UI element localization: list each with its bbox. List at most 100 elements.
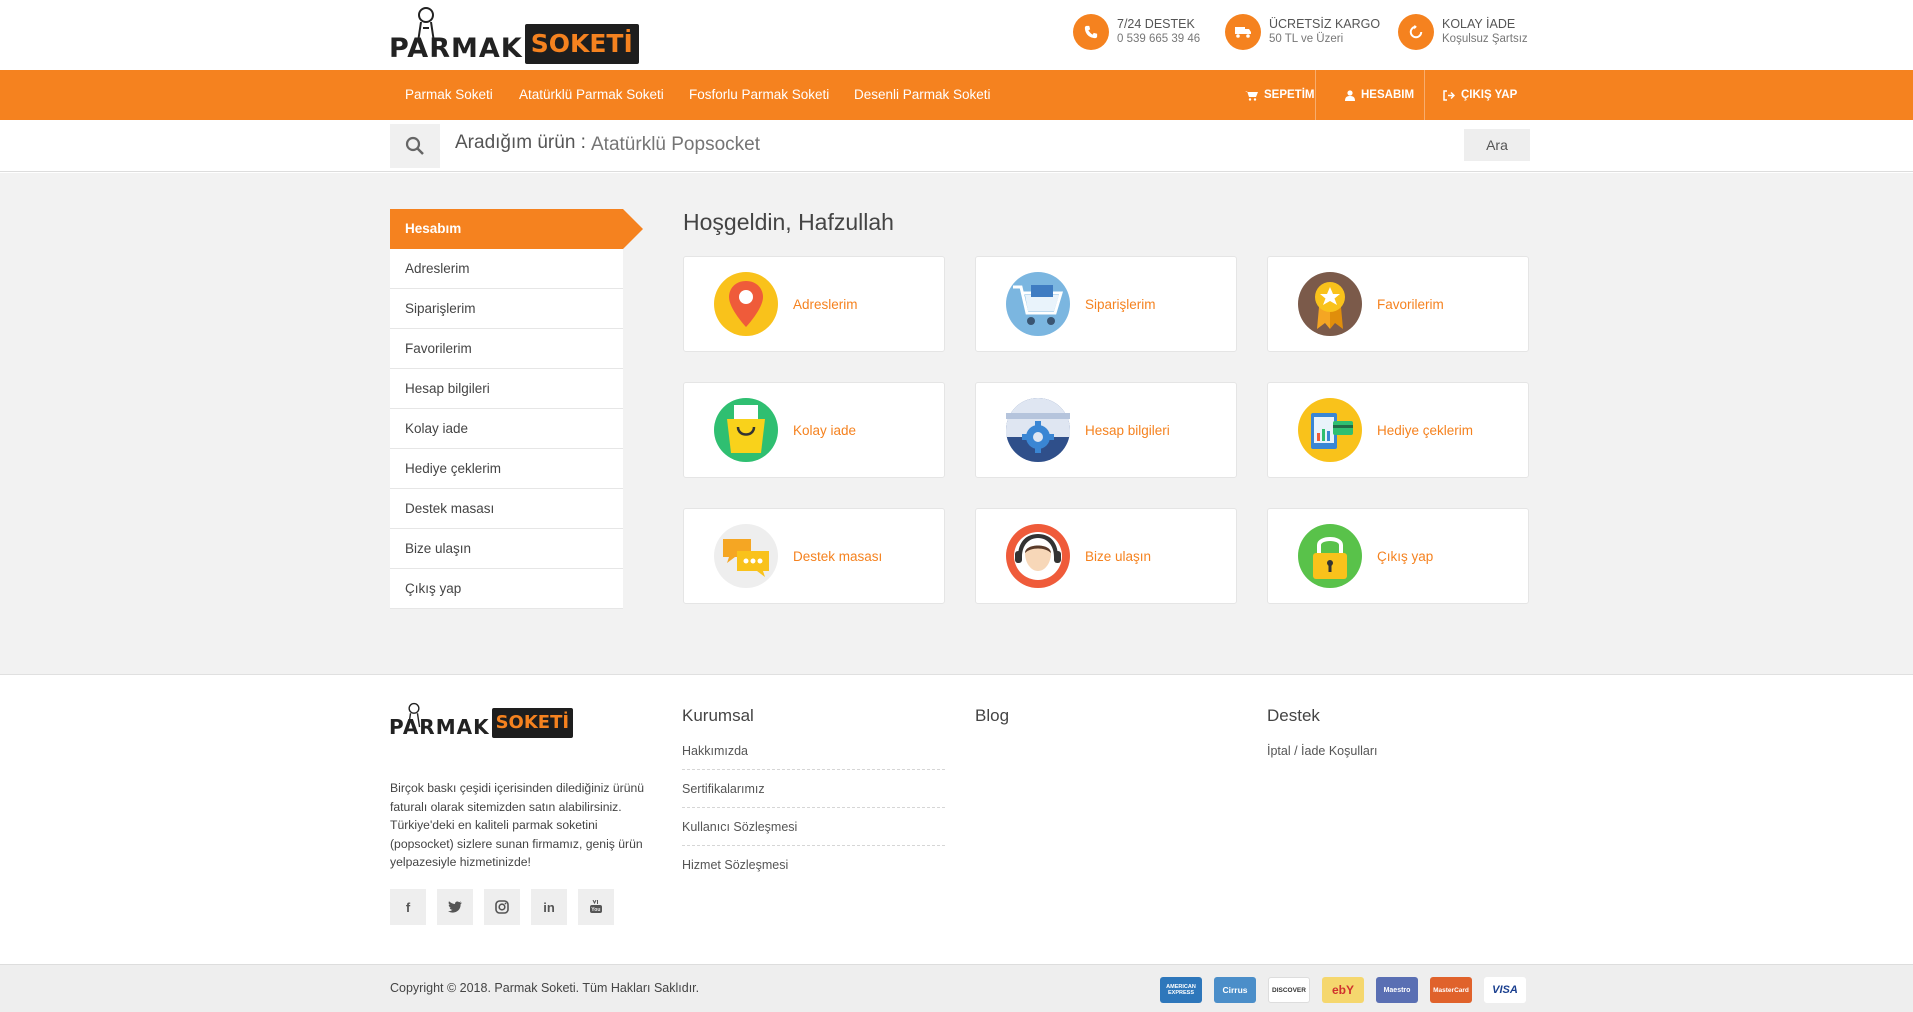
copyright-text: Copyright © 2018. Parmak Soketi. Tüm Hak… xyxy=(390,981,700,995)
logo-hand-icon xyxy=(407,702,421,728)
info-sub: Koşulsuz Şartsız xyxy=(1442,33,1528,45)
account-main: Hesabım Adreslerim Siparişlerim Favorile… xyxy=(0,173,1913,675)
info-shipping: ÜCRETSİZ KARGO 50 TL ve Üzeri xyxy=(1225,14,1380,50)
info-sub: 50 TL ve Üzeri xyxy=(1269,33,1344,45)
card-label: Destek masası xyxy=(793,548,883,564)
main-nav: Parmak Soketi Atatürklü Parmak Soketi Fo… xyxy=(0,70,1913,120)
nav-link-parmak-soketi[interactable]: Parmak Soketi xyxy=(405,70,493,120)
svg-text:You: You xyxy=(591,907,600,913)
truck-icon xyxy=(1225,14,1261,50)
card-label: Çıkış yap xyxy=(1377,548,1434,564)
info-support: 7/24 DESTEK 0 539 665 39 46 xyxy=(1073,14,1200,50)
shopping-cart-icon xyxy=(1006,272,1070,336)
footer-link-kullanici-sozlesmesi[interactable]: Kullanıcı Sözleşmesi xyxy=(682,808,945,846)
logout-label: ÇIKIŞ YAP xyxy=(1461,89,1518,101)
footer-description: Birçok baskı çeşidi içerisinden dilediği… xyxy=(390,781,645,869)
info-title: KOLAY İADE xyxy=(1442,17,1516,31)
amex-card-icon: AMERICAN EXPRESS xyxy=(1160,977,1202,1003)
facebook-icon[interactable]: f xyxy=(390,889,426,925)
footer-link-hakkimizda[interactable]: Hakkımızda xyxy=(682,732,945,770)
shopping-bag-icon xyxy=(714,398,778,462)
card-favorilerim[interactable]: Favorilerim xyxy=(1267,256,1529,352)
copyright-bar: Copyright © 2018. Parmak Soketi. Tüm Hak… xyxy=(0,964,1913,1012)
footer-blog-title[interactable]: Blog xyxy=(975,706,1009,726)
nav-link-desenli[interactable]: Desenli Parmak Soketi xyxy=(854,70,991,120)
card-hesap-bilgileri[interactable]: Hesap bilgileri xyxy=(975,382,1237,478)
sidebar-item-kolay-iade[interactable]: Kolay iade xyxy=(390,409,623,449)
footer-link-sertifikalarimiz[interactable]: Sertifikalarımız xyxy=(682,770,945,808)
account-label: HESABIM xyxy=(1361,89,1415,101)
card-label: Kolay iade xyxy=(793,422,857,438)
sidebar-item-siparislerim[interactable]: Siparişlerim xyxy=(390,289,623,329)
info-return: KOLAY İADE Koşulsuz Şartsız xyxy=(1398,14,1528,50)
cart-link[interactable]: SEPETİM xyxy=(1245,70,1314,120)
sign-out-icon xyxy=(1443,89,1455,101)
site-logo[interactable]: PARMAK SOKETİ xyxy=(389,6,639,64)
sidebar-item-cikis-yap[interactable]: Çıkış yap xyxy=(390,569,623,609)
linkedin-icon[interactable]: in xyxy=(531,889,567,925)
sidebar-item-favorilerim[interactable]: Favorilerim xyxy=(390,329,623,369)
maestro-card-icon: Maestro xyxy=(1376,977,1418,1003)
nav-separator xyxy=(1424,70,1425,120)
discover-card-icon: DISCOVER xyxy=(1268,977,1310,1003)
card-siparislerim[interactable]: Siparişlerim xyxy=(975,256,1237,352)
card-destek-masasi[interactable]: Destek masası xyxy=(683,508,945,604)
card-cikis-yap[interactable]: Çıkış yap xyxy=(1267,508,1529,604)
card-kolay-iade[interactable]: Kolay iade xyxy=(683,382,945,478)
welcome-heading: Hoşgeldin, Hafzullah xyxy=(683,209,894,235)
instagram-icon[interactable] xyxy=(484,889,520,925)
footer-kurumsal-title: Kurumsal xyxy=(682,706,754,725)
search-input[interactable] xyxy=(591,130,1451,160)
card-hediye-ceklerim[interactable]: Hediye çeklerim xyxy=(1267,382,1529,478)
youtube-icon[interactable]: You xyxy=(578,889,614,925)
card-label: Favorilerim xyxy=(1377,296,1444,312)
footer-logo[interactable]: PARMAK SOKETİ xyxy=(389,702,574,738)
headset-support-icon xyxy=(1006,524,1070,588)
search-label: Aradığım ürün : xyxy=(455,132,586,153)
social-links: f in You xyxy=(390,889,625,925)
account-link[interactable]: HESABIM xyxy=(1345,70,1414,120)
footer-destek-title: Destek xyxy=(1267,706,1320,725)
card-bize-ulasin[interactable]: Bize ulaşın xyxy=(975,508,1237,604)
ebay-card-icon: ebY xyxy=(1322,977,1364,1003)
card-label: Siparişlerim xyxy=(1085,296,1156,312)
nav-link-fosforlu[interactable]: Fosforlu Parmak Soketi xyxy=(689,70,829,120)
logo-text-right: SOKETİ xyxy=(524,24,639,64)
card-label: Hesap bilgileri xyxy=(1085,422,1170,438)
card-label: Adreslerim xyxy=(793,296,858,312)
nav-link-ataturklu[interactable]: Atatürklü Parmak Soketi xyxy=(519,70,664,120)
info-title: ÜCRETSİZ KARGO xyxy=(1269,17,1381,31)
sidebar-item-bize-ulasin[interactable]: Bize ulaşın xyxy=(390,529,623,569)
card-label: Hediye çeklerim xyxy=(1377,422,1474,438)
visa-card-icon: VISA xyxy=(1484,977,1526,1003)
sidebar-item-hesap-bilgileri[interactable]: Hesap bilgileri xyxy=(390,369,623,409)
account-sidebar: Hesabım Adreslerim Siparişlerim Favorile… xyxy=(390,209,643,609)
logo-hand-icon xyxy=(417,7,435,43)
sidebar-item-destek-masasi[interactable]: Destek masası xyxy=(390,489,623,529)
info-sub: 0 539 665 39 46 xyxy=(1117,33,1201,45)
footer-link-hizmet-sozlesmesi[interactable]: Hizmet Sözleşmesi xyxy=(682,846,945,884)
user-icon xyxy=(1345,89,1355,101)
footer-link-iptal-iade[interactable]: İptal / İade Koşulları xyxy=(1267,732,1530,770)
sidebar-item-hediye-ceklerim[interactable]: Hediye çeklerim xyxy=(390,449,623,489)
refresh-icon xyxy=(1398,14,1434,50)
logout-link[interactable]: ÇIKIŞ YAP xyxy=(1443,70,1517,120)
top-header: PARMAK SOKETİ 7/24 DESTEK 0 539 665 39 4… xyxy=(0,0,1913,70)
footer: PARMAK SOKETİ Birçok baskı çeşidi içeris… xyxy=(0,676,1913,964)
cart-icon xyxy=(1245,90,1258,101)
cirrus-card-icon: Cirrus xyxy=(1214,977,1256,1003)
card-adreslerim[interactable]: Adreslerim xyxy=(683,256,945,352)
search-icon[interactable] xyxy=(390,124,440,168)
twitter-icon[interactable] xyxy=(437,889,473,925)
card-label: Bize ulaşın xyxy=(1085,548,1152,564)
settings-gear-icon xyxy=(1006,398,1070,462)
logo-text-right: SOKETİ xyxy=(491,708,574,738)
gift-voucher-icon xyxy=(1298,398,1362,462)
page: PARMAK SOKETİ 7/24 DESTEK 0 539 665 39 4… xyxy=(0,0,1913,1012)
sidebar-item-adreslerim[interactable]: Adreslerim xyxy=(390,249,623,289)
nav-separator xyxy=(1315,70,1316,120)
mastercard-card-icon: MasterCard xyxy=(1430,977,1472,1003)
sidebar-item-hesabim[interactable]: Hesabım xyxy=(390,209,643,249)
search-button[interactable]: Ara xyxy=(1464,129,1530,161)
search-bar: Aradığım ürün : Ara xyxy=(0,120,1913,172)
